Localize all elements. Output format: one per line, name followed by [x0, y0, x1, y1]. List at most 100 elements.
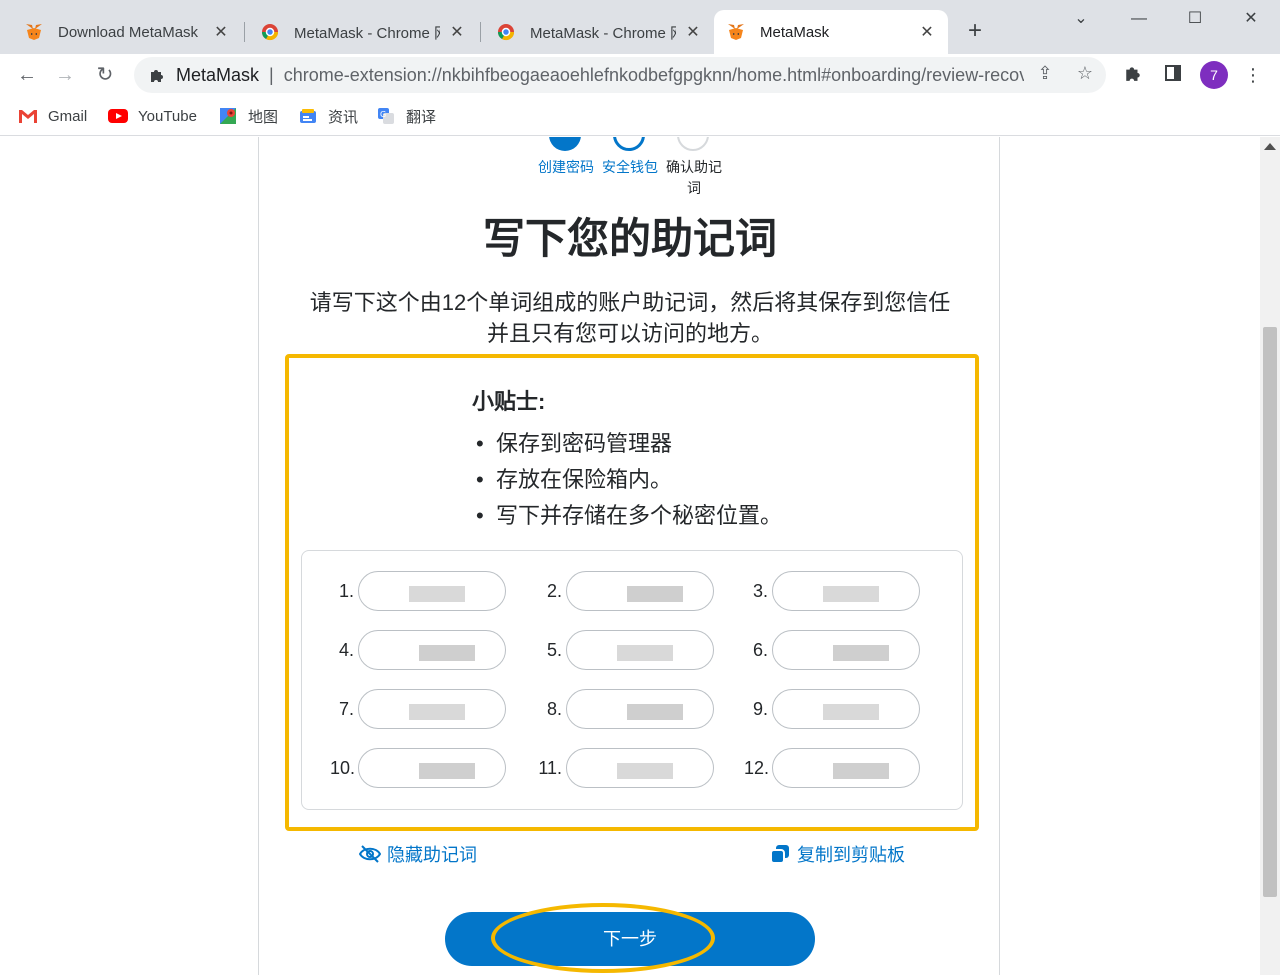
back-arrow-icon[interactable]: ←	[12, 60, 42, 90]
tab-divider	[480, 22, 481, 42]
close-tab-icon[interactable]: ✕	[918, 22, 936, 42]
side-panel-icon[interactable]	[1162, 64, 1184, 86]
step-secure-wallet: 安全钱包	[602, 159, 658, 175]
tab-search-chevron-icon[interactable]: ⌄	[1066, 6, 1096, 32]
close-window-icon[interactable]: ✕	[1236, 6, 1266, 32]
hide-phrase-label: 隐藏助记词	[387, 845, 477, 865]
blurred-word-chip	[566, 630, 714, 670]
bookmark-translate[interactable]: G 翻译	[376, 105, 436, 127]
word-number: 6.	[752, 639, 768, 660]
bookmark-label: 地图	[248, 108, 279, 126]
word-number: 7.	[338, 698, 354, 719]
minimize-icon[interactable]: —	[1124, 6, 1154, 32]
word-number: 2.	[546, 580, 562, 601]
tab-title: MetaMask - Chrome 网上应用店	[530, 24, 676, 42]
tab-metamask-active[interactable]: MetaMask ✕	[714, 10, 948, 54]
close-tab-icon[interactable]: ✕	[448, 22, 466, 42]
copy-label: 复制到剪贴板	[797, 845, 905, 865]
word-number: 11.	[538, 757, 562, 778]
page-scrollbar[interactable]	[1260, 137, 1280, 975]
scrollbar-thumb[interactable]	[1263, 327, 1277, 897]
tip-item: 存放在保险箱内。	[472, 462, 782, 498]
chrome-webstore-icon	[260, 22, 280, 42]
step-dot-complete	[549, 137, 581, 151]
bookmark-maps[interactable]: 地图	[218, 105, 278, 127]
share-icon[interactable]: ⇪	[1034, 62, 1056, 84]
blurred-word-chip	[566, 748, 714, 788]
svg-text:G: G	[380, 110, 386, 119]
recovery-phrase-highlight-box: 小贴士: 保存到密码管理器 存放在保险箱内。 写下并存储在多个秘密位置。 1. …	[285, 354, 979, 831]
bookmark-gmail[interactable]: Gmail	[18, 105, 87, 127]
phrase-word: 9.	[744, 689, 920, 729]
tips-heading: 小贴士:	[472, 389, 546, 414]
recovery-phrase-grid: 1. 2. 3. 4. 5. 6. 7. 8. 9. 10. 11. 12.	[301, 550, 963, 810]
hide-phrase-link[interactable]: 隐藏助记词	[359, 841, 477, 867]
bookmark-label: YouTube	[138, 107, 197, 125]
blurred-word-chip	[358, 630, 506, 670]
close-tab-icon[interactable]: ✕	[684, 22, 702, 42]
step-create-password: 创建密码	[538, 159, 594, 175]
phrase-word: 7.	[330, 689, 506, 729]
page-description: 请写下这个由12个单词组成的账户助记词，然后将其保存到您信任并且只有您可以访问的…	[309, 290, 951, 346]
site-name: MetaMask	[176, 64, 260, 85]
gmail-icon	[18, 107, 38, 125]
maps-icon	[218, 107, 238, 125]
phrase-word: 12.	[744, 748, 920, 788]
word-number: 8.	[546, 698, 562, 719]
bookmark-label: 资讯	[328, 108, 359, 126]
blurred-word-chip	[566, 571, 714, 611]
tab-download-metamask[interactable]: Download MetaMask ✕	[12, 10, 242, 54]
bookmark-label: Gmail	[48, 107, 88, 125]
copy-icon	[769, 843, 791, 865]
maximize-icon[interactable]: ☐	[1180, 6, 1210, 32]
blurred-word-chip	[566, 689, 714, 729]
bookmark-youtube[interactable]: YouTube	[108, 105, 197, 127]
address-bar[interactable]: MetaMask | chrome-extension://nkbihfbeog…	[134, 57, 1106, 93]
forward-arrow-icon[interactable]: →	[50, 60, 80, 90]
onboarding-panel: 创建密码 安全钱包 确认助记词 写下您的助记词 请写下这个由12个单词组成的账户…	[258, 137, 1000, 975]
phrase-word: 4.	[330, 630, 506, 670]
tips-list: 保存到密码管理器 存放在保险箱内。 写下并存储在多个秘密位置。	[472, 426, 782, 534]
blurred-word-chip	[772, 689, 920, 729]
phrase-word: 11.	[538, 748, 714, 788]
metamask-fox-icon	[726, 22, 746, 42]
phrase-word: 10.	[330, 748, 506, 788]
news-icon	[298, 107, 318, 125]
close-tab-icon[interactable]: ✕	[212, 22, 230, 42]
tab-chrome-webstore-1[interactable]: MetaMask - Chrome 网上应用店 ✕	[248, 10, 478, 54]
phrase-word: 6.	[744, 630, 920, 670]
page-viewport: 创建密码 安全钱包 确认助记词 写下您的助记词 请写下这个由12个单词组成的账户…	[0, 137, 1260, 975]
blurred-word-chip	[772, 630, 920, 670]
eye-slash-icon	[359, 843, 381, 865]
phrase-word: 1.	[330, 571, 506, 611]
more-menu-icon[interactable]: ⋮	[1242, 64, 1264, 86]
tab-strip: Download MetaMask ✕ MetaMask - Chrome 网上…	[0, 0, 1280, 54]
scroll-up-arrow-icon[interactable]	[1264, 143, 1276, 150]
blurred-word-chip	[358, 748, 506, 788]
tab-title: MetaMask - Chrome 网上应用店	[294, 24, 440, 42]
new-tab-button[interactable]: +	[962, 18, 988, 44]
profile-avatar[interactable]: 7	[1200, 61, 1228, 89]
chrome-webstore-icon	[496, 22, 516, 42]
phrase-word: 8.	[538, 689, 714, 729]
phrase-word: 5.	[538, 630, 714, 670]
word-number: 9.	[752, 698, 768, 719]
tip-item: 保存到密码管理器	[472, 426, 782, 462]
onboarding-steps: 创建密码 安全钱包 确认助记词	[259, 157, 1001, 201]
page-title: 写下您的助记词	[482, 215, 777, 262]
bookmark-news[interactable]: 资讯	[298, 105, 358, 127]
extensions-puzzle-icon[interactable]	[1122, 64, 1144, 86]
bookmarks-bar: Gmail YouTube 地图 资讯 G 翻译	[0, 96, 1280, 136]
word-number: 1.	[338, 580, 354, 601]
url-text: chrome-extension://nkbihfbeogaeaoehlefnk…	[283, 64, 1024, 85]
word-number: 3.	[752, 580, 768, 601]
copy-to-clipboard-link[interactable]: 复制到剪贴板	[769, 841, 905, 867]
translate-icon: G	[376, 107, 396, 125]
word-number: 4.	[338, 639, 354, 660]
blurred-word-chip	[772, 748, 920, 788]
bookmark-star-icon[interactable]: ☆	[1074, 62, 1096, 84]
address-separator: |	[269, 64, 274, 85]
tab-chrome-webstore-2[interactable]: MetaMask - Chrome 网上应用店 ✕	[484, 10, 714, 54]
tab-divider	[244, 22, 245, 42]
reload-icon[interactable]: ↻	[90, 60, 120, 90]
